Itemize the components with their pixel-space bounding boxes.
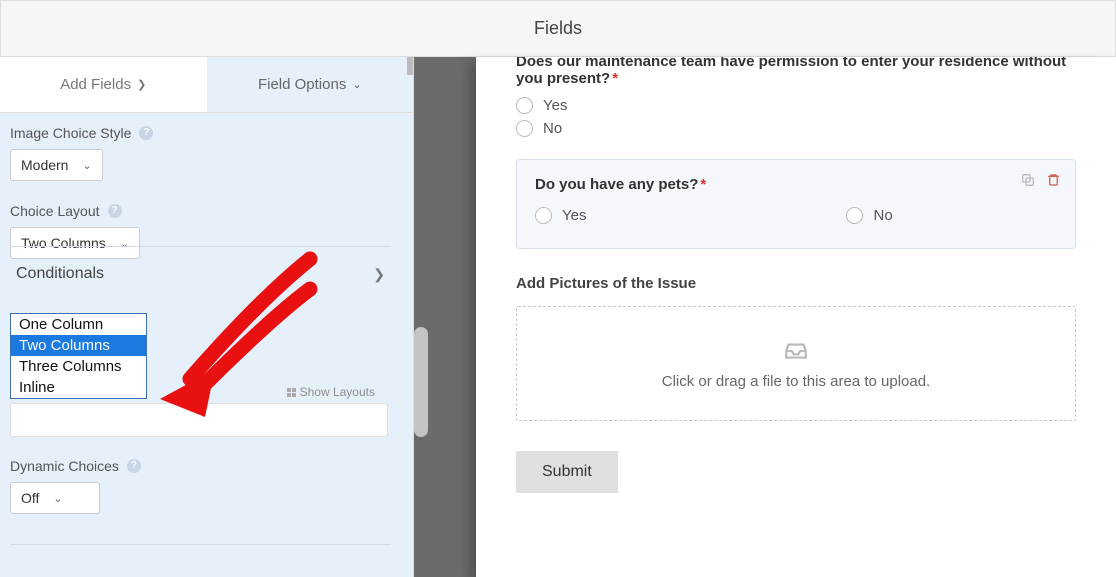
chevron-right-icon: ❯ (373, 266, 385, 283)
image-choice-style-label-text: Image Choice Style (10, 125, 131, 141)
tab-field-options-label: Field Options (258, 76, 346, 93)
choice-layout-label: Choice Layout ? (10, 203, 403, 219)
image-choice-style-select[interactable]: Modern ⌄ (10, 149, 103, 181)
image-choice-style-label: Image Choice Style ? (10, 125, 403, 141)
dynamic-choices-select[interactable]: Off ⌄ (10, 482, 100, 514)
file-upload-dropzone[interactable]: Click or drag a file to this area to upl… (516, 306, 1076, 421)
permission-option-no[interactable]: No (516, 120, 1076, 137)
image-choice-style-value: Modern (21, 157, 68, 173)
help-icon[interactable]: ? (127, 459, 141, 473)
permission-option-yes[interactable]: Yes (516, 97, 1076, 114)
pets-option-yes[interactable]: Yes (535, 207, 586, 224)
choice-layout-option-one-column[interactable]: One Column (11, 314, 146, 335)
question-pets-label: Do you have any pets?* (535, 176, 1057, 193)
inbox-icon (780, 337, 812, 363)
choice-layout-dropdown: One Column Two Columns Three Columns Inl… (10, 313, 147, 399)
permission-option-yes-label: Yes (543, 97, 567, 114)
chevron-right-icon: ❯ (137, 78, 146, 91)
page-header: Fields (0, 0, 1116, 57)
radio-icon (516, 120, 533, 137)
form-preview: Does our maintenance team have permissio… (476, 57, 1116, 577)
choice-layout-option-three-columns[interactable]: Three Columns (11, 356, 146, 377)
image-choice-style-group: Image Choice Style ? Modern ⌄ (10, 125, 403, 181)
radio-icon (516, 97, 533, 114)
pets-options-row: Yes No (535, 207, 1057, 230)
grid-icon (287, 388, 296, 397)
question-permission: Does our maintenance team have permissio… (516, 57, 1076, 137)
preview-scrollbar[interactable] (414, 327, 428, 437)
required-asterisk: * (700, 176, 706, 193)
trash-icon[interactable] (1046, 172, 1061, 192)
divider (10, 544, 391, 545)
help-icon[interactable]: ? (139, 126, 153, 140)
form-preview-area: Does our maintenance team have permissio… (414, 57, 1116, 577)
chevron-down-icon: ⌄ (53, 492, 62, 505)
field-actions (1020, 172, 1061, 192)
permission-option-no-label: No (543, 120, 562, 137)
dynamic-choices-label: Dynamic Choices ? (10, 458, 391, 474)
conditionals-section[interactable]: Conditionals ❯ (10, 246, 391, 301)
tab-add-fields[interactable]: Add Fields ❯ (0, 57, 207, 112)
show-layouts-label: Show Layouts (300, 385, 375, 399)
dynamic-choices-group: Dynamic Choices ? Off ⌄ (10, 458, 391, 545)
question-pets-text: Do you have any pets? (535, 176, 698, 193)
dynamic-choices-label-text: Dynamic Choices (10, 458, 119, 474)
show-layouts-button[interactable]: Show Layouts (287, 385, 375, 399)
sidebar-body: Image Choice Style ? Modern ⌄ Choice Lay… (0, 113, 413, 319)
question-pets[interactable]: Do you have any pets?* Yes No (516, 159, 1076, 249)
chevron-down-icon: ⌄ (352, 78, 361, 91)
dynamic-choices-value: Off (21, 490, 39, 506)
main-area: Add Fields ❯ Field Options ⌄ Image Choic… (0, 57, 1116, 577)
chevron-down-icon: ⌄ (82, 159, 91, 172)
page-title: Fields (534, 18, 582, 39)
sidebar-tabs: Add Fields ❯ Field Options ⌄ (0, 57, 413, 113)
question-pictures: Add Pictures of the Issue Click or drag … (516, 275, 1076, 421)
required-asterisk: * (612, 70, 618, 87)
sidebar-scrollbar[interactable] (407, 57, 413, 75)
choice-layout-option-inline[interactable]: Inline (11, 377, 146, 398)
dropzone-text: Click or drag a file to this area to upl… (662, 373, 930, 390)
radio-icon (846, 207, 863, 224)
sidebar: Add Fields ❯ Field Options ⌄ Image Choic… (0, 57, 414, 577)
help-icon[interactable]: ? (108, 204, 122, 218)
question-pictures-label: Add Pictures of the Issue (516, 275, 1076, 292)
choice-layout-label-text: Choice Layout (10, 203, 100, 219)
pets-option-yes-label: Yes (562, 207, 586, 224)
text-input[interactable] (10, 403, 388, 437)
submit-button[interactable]: Submit (516, 451, 618, 493)
pets-option-no-label: No (873, 207, 892, 224)
pets-option-no[interactable]: No (846, 207, 892, 224)
question-permission-label: Does our maintenance team have permissio… (516, 57, 1076, 87)
conditionals-label: Conditionals (16, 265, 104, 283)
question-permission-text: Does our maintenance team have permissio… (516, 57, 1066, 87)
choice-layout-option-two-columns[interactable]: Two Columns (11, 335, 146, 356)
tab-add-fields-label: Add Fields (60, 76, 131, 93)
radio-icon (535, 207, 552, 224)
duplicate-icon[interactable] (1020, 172, 1036, 192)
tab-field-options[interactable]: Field Options ⌄ (207, 57, 414, 112)
